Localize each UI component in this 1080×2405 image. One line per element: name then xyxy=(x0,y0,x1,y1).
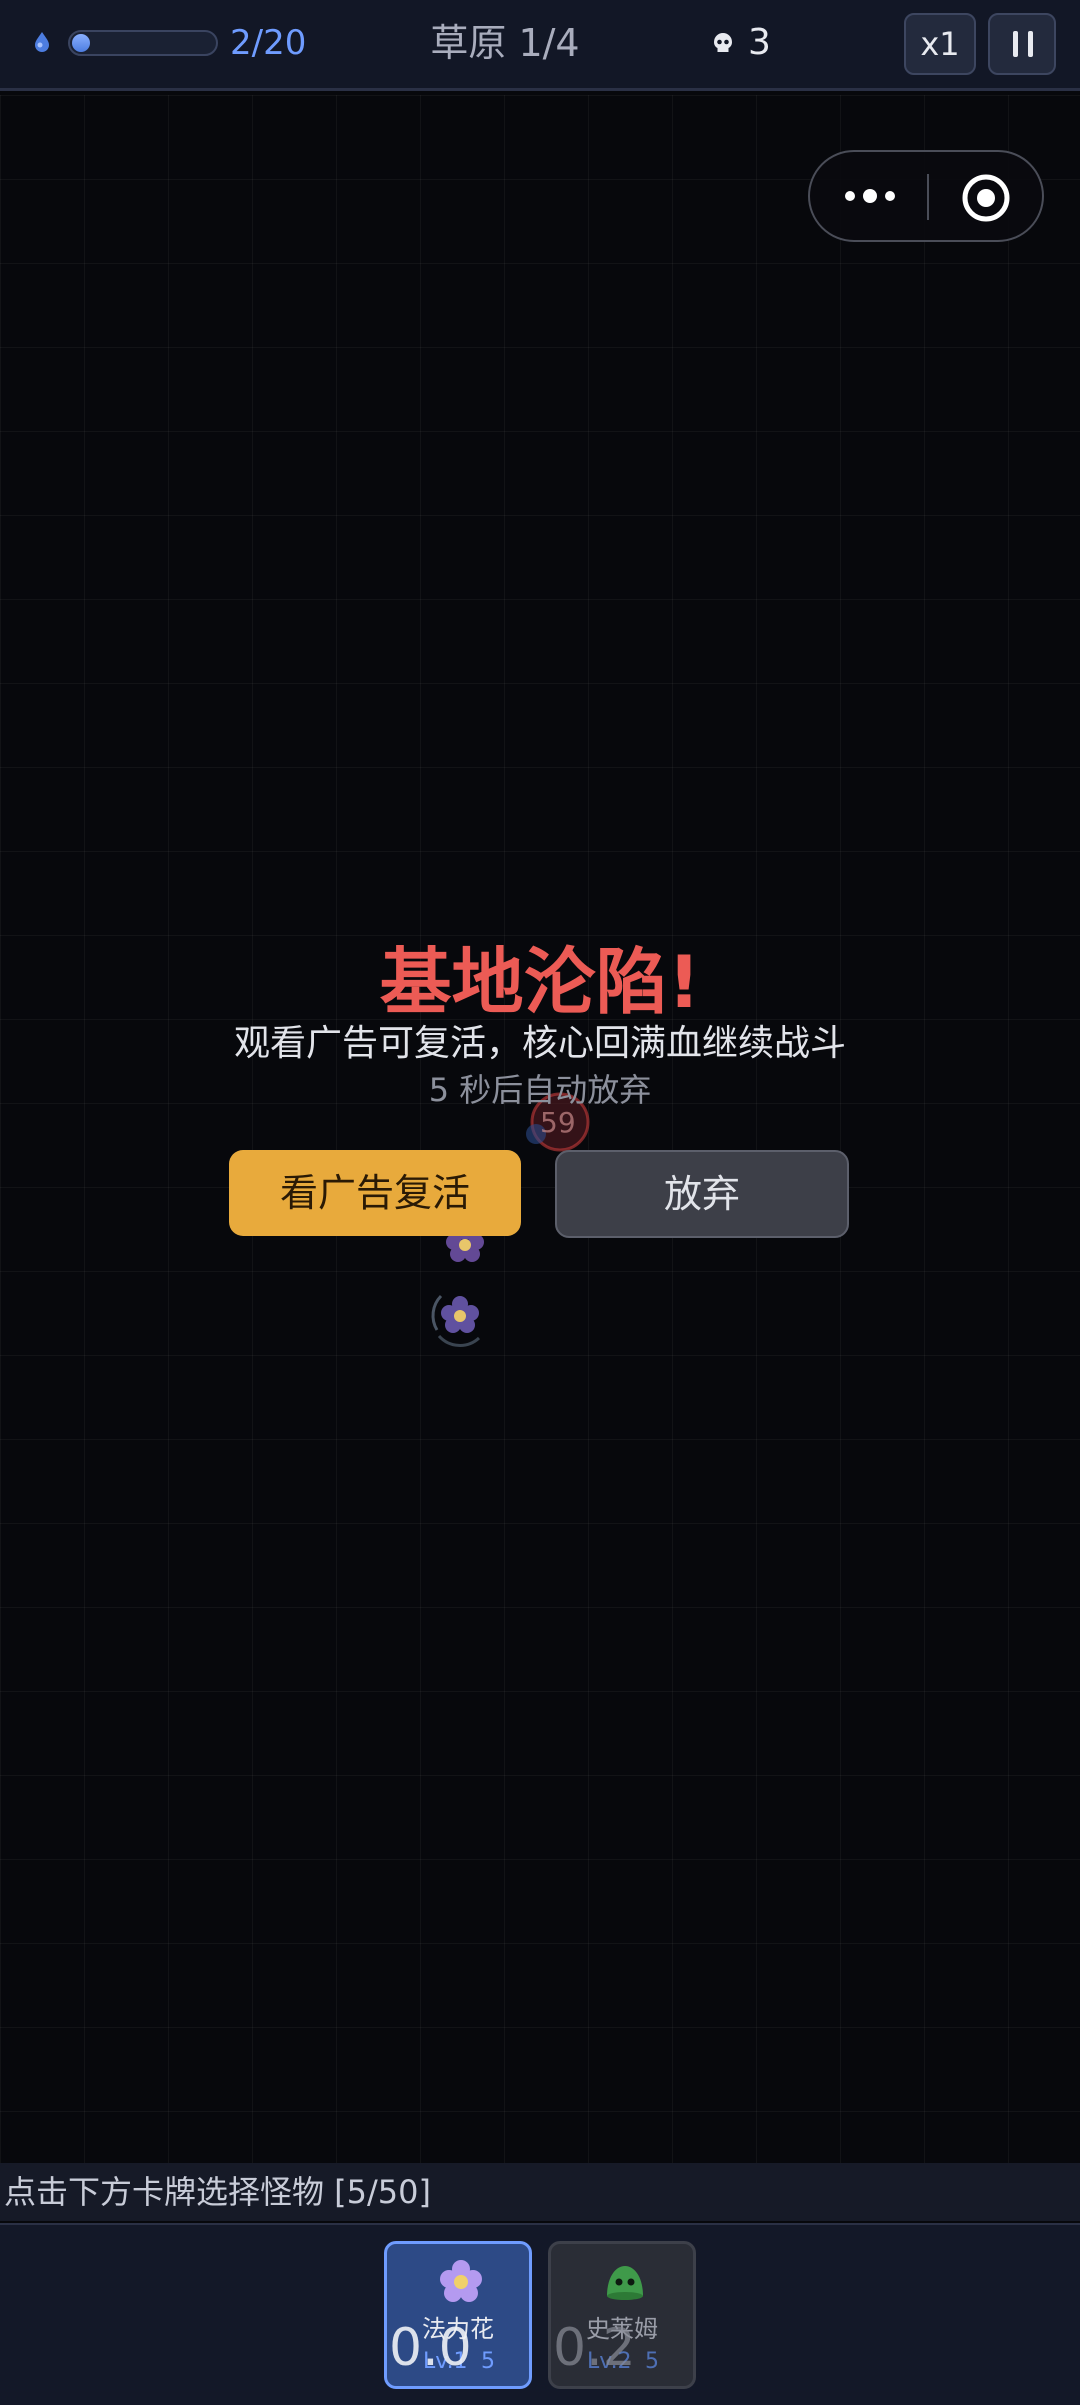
skull-icon xyxy=(714,33,732,52)
defeat-title: 基地沦陷! xyxy=(379,940,701,1024)
card-cooldown: 0.0 xyxy=(389,2318,472,2378)
speed-button[interactable]: x1 xyxy=(904,13,976,75)
give-up-button[interactable]: 放弃 xyxy=(555,1150,849,1238)
pause-button[interactable] xyxy=(988,13,1056,75)
hint-text: 点击下方卡牌选择怪物 [5/50] xyxy=(4,2173,432,2211)
watch-ad-revive-button[interactable]: 看广告复活 xyxy=(229,1150,521,1236)
more-options-icon[interactable] xyxy=(842,186,898,206)
flower-icon xyxy=(440,2260,482,2302)
revive-description: 观看广告可复活，核心回满血继续战斗 xyxy=(233,1023,846,1064)
miniprogram-capsule xyxy=(808,150,1044,242)
card-tray: 法力花 Lv.1 5 0.0 史莱姆 Lv.2 5 0.2 xyxy=(0,2223,1080,2405)
auto-giveup-countdown: 5 秒后自动放弃 xyxy=(428,1071,652,1109)
kill-counter: 3 xyxy=(748,22,771,63)
card-cost: 5 xyxy=(481,2349,495,2374)
monster-card-mana-flower[interactable]: 法力花 Lv.1 5 0.0 xyxy=(384,2241,532,2389)
card-cost: 5 xyxy=(645,2349,659,2374)
slime-icon xyxy=(607,2266,643,2300)
monster-card-slime[interactable]: 史莱姆 Lv.2 5 0.2 xyxy=(548,2241,696,2389)
stage-title: 草原 1/4 xyxy=(430,21,580,65)
hint-bar: 点击下方卡牌选择怪物 [5/50] xyxy=(0,2163,1080,2221)
capsule-divider xyxy=(927,174,929,220)
close-miniprogram-icon[interactable] xyxy=(960,172,1012,224)
card-cooldown: 0.2 xyxy=(553,2318,636,2378)
flower-tower-icon xyxy=(431,1294,481,1347)
top-bar: 2/20 草原 1/4 3 x1 xyxy=(0,0,1080,91)
